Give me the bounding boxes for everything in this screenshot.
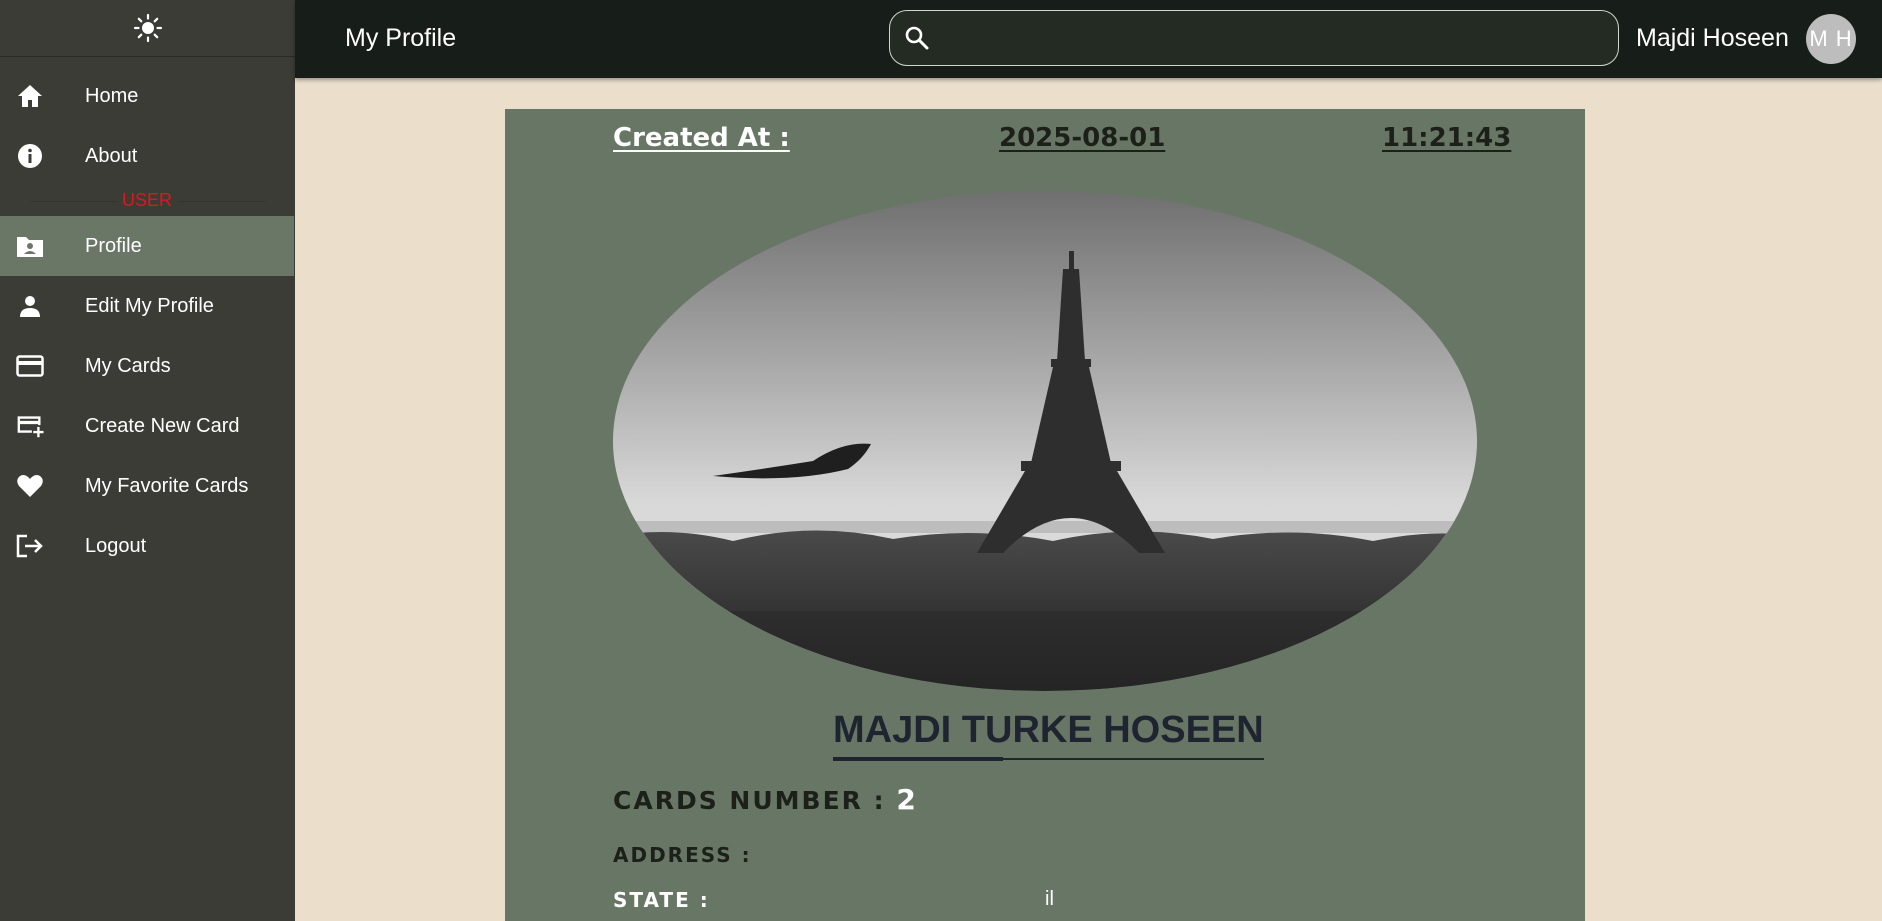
name-underline-accent — [833, 757, 1003, 761]
sun-icon[interactable] — [133, 13, 163, 43]
address-label: ADDRESS : — [613, 843, 752, 867]
sidebar-item-label: Logout — [85, 534, 147, 557]
cards-number-row: CARDS NUMBER : 2 — [613, 783, 916, 816]
sidebar-item-profile[interactable]: Profile — [0, 216, 294, 276]
search-input[interactable] — [948, 19, 1598, 57]
created-at-label: Created At : — [613, 123, 790, 153]
sidebar-item-label: My Favorite Cards — [85, 474, 249, 497]
sidebar: Home About USER Profile Edit My Profile … — [0, 0, 295, 921]
logout-icon — [16, 534, 44, 558]
sidebar-item-about[interactable]: About — [0, 126, 294, 186]
role-label: USER — [121, 190, 172, 210]
sidebar-header — [0, 0, 295, 57]
person-icon — [16, 294, 44, 318]
sidebar-item-create-card[interactable]: Create New Card — [0, 396, 294, 456]
sidebar-item-label: Home — [85, 84, 139, 107]
sidebar-item-favorite-cards[interactable]: My Favorite Cards — [0, 456, 294, 516]
heart-icon — [16, 474, 44, 498]
cards-number-value: 2 — [896, 783, 916, 816]
state-label: STATE : — [613, 888, 710, 912]
sidebar-item-label: Edit My Profile — [85, 294, 214, 317]
folder-user-icon — [16, 234, 44, 258]
sidebar-item-home[interactable]: Home — [0, 66, 294, 126]
credit-card-icon — [16, 354, 44, 378]
full-name-text: MAJDI TURKE HOSEEN — [833, 709, 1264, 751]
profile-photo — [613, 191, 1477, 691]
search-icon[interactable] — [904, 25, 930, 51]
page-title: My Profile — [345, 24, 457, 52]
card-add-icon — [16, 414, 44, 438]
user-name: Majdi Hoseen — [1636, 24, 1789, 52]
sidebar-item-my-cards[interactable]: My Cards — [0, 336, 294, 396]
sidebar-item-label: Create New Card — [85, 414, 240, 437]
created-date: 2025-08-01 — [999, 123, 1166, 153]
state-value: il — [1045, 888, 1054, 910]
sidebar-item-edit-profile[interactable]: Edit My Profile — [0, 276, 294, 336]
home-icon — [16, 84, 44, 108]
profile-full-name: MAJDI TURKE HOSEEN — [833, 709, 1264, 761]
sidebar-item-label: My Cards — [85, 354, 171, 377]
info-icon — [16, 144, 44, 168]
sidebar-item-label: Profile — [85, 234, 142, 257]
cards-number-label: CARDS NUMBER : — [613, 786, 886, 815]
profile-card: Created At : 2025-08-01 11:21:43 MAJDI T… — [505, 109, 1585, 921]
sidebar-item-label: About — [85, 144, 138, 167]
search-box[interactable] — [889, 10, 1619, 66]
created-time: 11:21:43 — [1382, 123, 1512, 153]
top-app-bar: My Profile Majdi Hoseen M H — [295, 0, 1882, 78]
sidebar-item-logout[interactable]: Logout — [0, 516, 294, 576]
avatar[interactable]: M H — [1806, 14, 1856, 64]
